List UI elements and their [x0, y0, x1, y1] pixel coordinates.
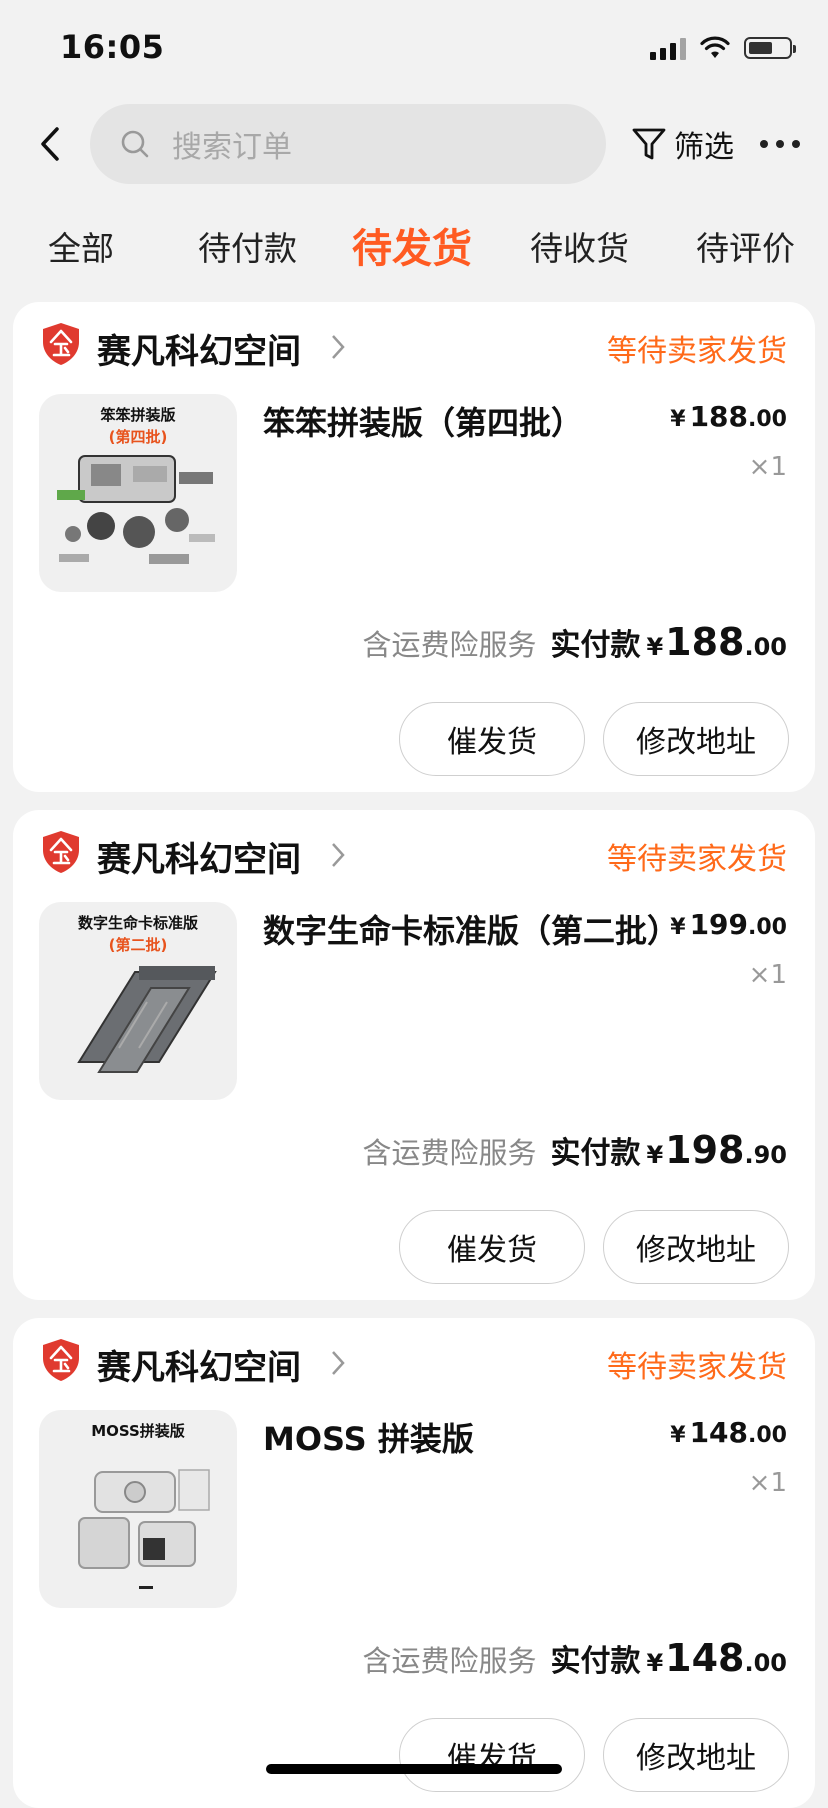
tab-pending-receipt[interactable]: 待收货	[530, 222, 629, 270]
paid-amount: 148	[665, 1636, 745, 1680]
tab-pending-payment[interactable]: 待付款	[198, 222, 297, 270]
battery-fill	[749, 42, 772, 54]
shop-row[interactable]: 赛凡科幻空间 等待卖家发货	[41, 830, 787, 880]
shipping-insurance-note: 含运费险服务	[362, 1136, 537, 1170]
shipping-insurance-note: 含运费险服务	[362, 1644, 537, 1678]
product-name[interactable]: MOSS 拼装版	[263, 1414, 474, 1460]
order-card: 赛凡科幻空间 等待卖家发货 笨笨拼装版 (第四批) 笨笨拼装版（第四批） ¥18…	[13, 302, 815, 792]
paid-label: 实付款	[550, 1644, 641, 1679]
shop-row[interactable]: 赛凡科幻空间 等待卖家发货	[41, 1338, 787, 1388]
urge-shipment-button[interactable]: 催发货	[399, 1210, 585, 1284]
status-time: 16:05	[60, 28, 165, 66]
product-name[interactable]: 数字生命卡标准版（第二批）	[263, 906, 679, 952]
product-name[interactable]: 笨笨拼装版（第四批）	[263, 398, 583, 444]
search-input[interactable]: 搜索订单	[90, 104, 606, 184]
back-button[interactable]	[30, 120, 70, 168]
product-thumbnail[interactable]: 笨笨拼装版 (第四批)	[39, 394, 237, 592]
tab-pending-review[interactable]: 待评价	[696, 222, 795, 270]
unit-price: ¥199.00	[670, 908, 787, 941]
order-status: 等待卖家发货	[607, 842, 787, 877]
shop-row[interactable]: 赛凡科幻空间 等待卖家发货	[41, 322, 787, 372]
tab-pending-shipment[interactable]: 待发货	[352, 216, 472, 274]
enterprise-shield-icon	[43, 831, 79, 873]
shop-name: 赛凡科幻空间	[97, 1348, 301, 1388]
filter-button[interactable]: 筛选	[632, 122, 734, 166]
filter-icon	[632, 128, 666, 160]
shipping-insurance-note: 含运费险服务	[362, 628, 537, 662]
chevron-right-icon	[332, 1351, 345, 1375]
search-placeholder: 搜索订单	[172, 130, 292, 165]
home-indicator[interactable]	[266, 1764, 562, 1774]
moss-kit-illustration	[78, 1469, 210, 1589]
urge-shipment-button[interactable]: 催发货	[399, 1718, 585, 1792]
payment-summary: 含运费险服务 实付款 ¥188.00	[362, 620, 787, 664]
change-address-button[interactable]: 修改地址	[603, 1718, 789, 1792]
quantity: ×1	[748, 960, 787, 990]
order-status: 等待卖家发货	[607, 1350, 787, 1385]
order-tabs: 全部 待付款 待发货 待收货 待评价	[0, 214, 828, 274]
tab-all[interactable]: 全部	[48, 222, 114, 270]
paid-amount: 188	[665, 620, 745, 664]
enterprise-shield-icon	[43, 1339, 79, 1381]
quantity: ×1	[748, 452, 787, 482]
payment-summary: 含运费险服务 实付款 ¥198.90	[362, 1128, 787, 1172]
chevron-left-icon	[41, 127, 59, 161]
quantity: ×1	[748, 1468, 787, 1498]
order-card: 赛凡科幻空间 等待卖家发货 数字生命卡标准版 (第二批) 数字生命卡标准版（第二…	[13, 810, 815, 1300]
order-card: 赛凡科幻空间 等待卖家发货 MOSS拼装版 MOSS 拼装版 ¥148.00 ×…	[13, 1318, 815, 1808]
search-icon	[121, 130, 149, 158]
chevron-right-icon	[332, 335, 345, 359]
change-address-button[interactable]: 修改地址	[603, 702, 789, 776]
enterprise-shield-icon	[43, 323, 79, 365]
paid-label: 实付款	[550, 1136, 641, 1171]
header: 搜索订单 筛选	[0, 104, 828, 184]
change-address-button[interactable]: 修改地址	[603, 1210, 789, 1284]
chevron-right-icon	[332, 843, 345, 867]
paid-amount: 198	[665, 1128, 745, 1172]
shop-name: 赛凡科幻空间	[97, 332, 301, 372]
payment-summary: 含运费险服务 实付款 ¥148.00	[362, 1636, 787, 1680]
unit-price: ¥148.00	[670, 1416, 787, 1449]
card-drive-illustration	[77, 966, 217, 1073]
unit-price: ¥188.00	[670, 400, 787, 433]
status-bar: 16:05	[0, 0, 828, 100]
wifi-icon	[700, 36, 730, 58]
product-thumbnail[interactable]: 数字生命卡标准版 (第二批)	[39, 902, 237, 1100]
cellular-signal-icon	[650, 36, 686, 60]
status-icons	[650, 36, 796, 60]
urge-shipment-button[interactable]: 催发货	[399, 702, 585, 776]
battery-icon	[744, 37, 796, 59]
order-status: 等待卖家发货	[607, 334, 787, 369]
shop-name: 赛凡科幻空间	[97, 840, 301, 880]
paid-label: 实付款	[550, 628, 641, 663]
more-icon[interactable]	[760, 140, 800, 148]
product-thumbnail[interactable]: MOSS拼装版	[39, 1410, 237, 1608]
filter-label: 筛选	[674, 130, 734, 165]
robot-kit-illustration	[57, 455, 215, 564]
